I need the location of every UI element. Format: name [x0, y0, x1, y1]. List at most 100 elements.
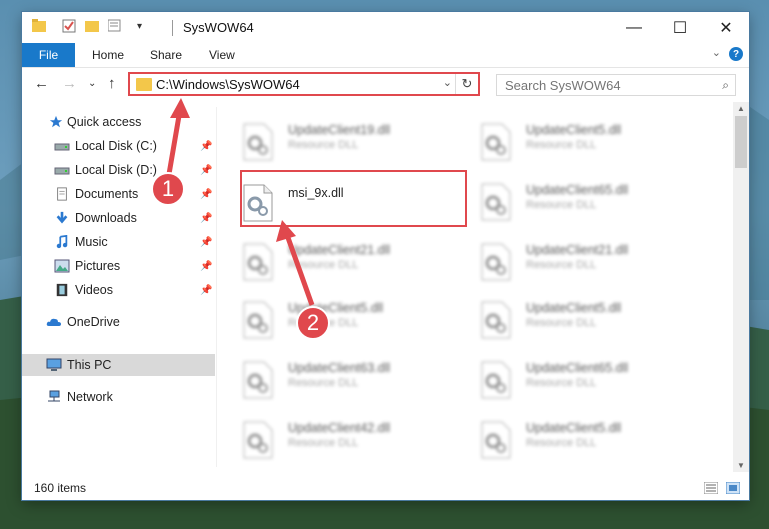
pin-icon[interactable]: 📌: [200, 213, 212, 224]
file-type: Resource DLL: [526, 139, 597, 151]
minimize-button[interactable]: —: [611, 12, 657, 43]
dll-file-icon: [243, 123, 273, 161]
dll-file-icon: [243, 243, 273, 281]
sidebar-item-local-disk-c[interactable]: Local Disk (C:) 📌: [22, 135, 215, 157]
refresh-icon[interactable]: ↻: [455, 74, 478, 94]
item-count: 160 items: [34, 481, 87, 495]
file-name: UpdateClient5.dll: [526, 421, 622, 435]
sidebar-item-label: Quick access: [67, 115, 142, 129]
dll-file-icon: [481, 421, 511, 459]
folder-icon: [136, 78, 152, 91]
file-type: Resource DLL: [526, 259, 597, 271]
file-name: UpdateClient5.dll: [526, 123, 622, 137]
back-button[interactable]: ←: [34, 75, 49, 92]
dll-file-icon: [481, 123, 511, 161]
computer-icon: [46, 358, 62, 371]
sidebar-item-music[interactable]: Music 📌: [22, 231, 215, 253]
pane-divider: [216, 107, 217, 467]
network-icon: [48, 390, 60, 402]
tab-view[interactable]: View: [209, 48, 235, 62]
pin-icon[interactable]: 📌: [200, 237, 212, 248]
file-type: Resource DLL: [526, 317, 597, 329]
file-name: UpdateClient5.dll: [526, 301, 622, 315]
sidebar-item-local-disk-d[interactable]: Local Disk (D:) 📌: [22, 159, 215, 181]
scroll-down-icon[interactable]: ▼: [733, 461, 749, 470]
callout-2: 2: [296, 306, 330, 340]
file-item[interactable]: UpdateClient5.dll Resource DLL: [460, 119, 690, 169]
navigation-bar: ← → ⌄ ↑ C:\Windows\SysWOW64 ⌄ ↻ ⌕: [22, 68, 749, 100]
sidebar-item-quick-access[interactable]: Quick access: [22, 111, 215, 133]
file-item[interactable]: UpdateClient65.dll Resource DLL: [460, 179, 690, 229]
documents-icon: [57, 187, 67, 201]
details-view-icon[interactable]: [704, 482, 718, 494]
vertical-scrollbar[interactable]: ▲ ▼: [733, 102, 749, 472]
search-input[interactable]: [503, 77, 707, 94]
tab-home[interactable]: Home: [92, 48, 124, 62]
large-icons-view-icon[interactable]: [726, 482, 740, 494]
file-list: UpdateClient19.dll Resource DLL msi_9x.d…: [222, 107, 732, 467]
properties-icon[interactable]: [62, 19, 76, 33]
file-item[interactable]: UpdateClient19.dll Resource DLL: [222, 119, 452, 169]
explorer-window: ▾ SysWOW64 — ☐ ✕ File Home Share View ⌄ …: [22, 12, 749, 500]
sidebar-item-onedrive[interactable]: OneDrive: [22, 311, 215, 333]
forward-button[interactable]: →: [62, 75, 77, 92]
sidebar-item-this-pc[interactable]: This PC: [22, 354, 215, 376]
dll-file-icon: [481, 361, 511, 399]
customize-icon[interactable]: [108, 19, 124, 33]
file-name: UpdateClient19.dll: [288, 123, 391, 137]
recent-locations-icon[interactable]: ⌄: [88, 78, 96, 89]
title-bar: ▾ SysWOW64 — ☐ ✕: [22, 12, 749, 43]
sidebar-item-downloads[interactable]: Downloads 📌: [22, 207, 215, 229]
file-item[interactable]: UpdateClient21.dll Resource DLL: [460, 239, 690, 289]
sidebar-item-label: Network: [67, 390, 113, 404]
file-item[interactable]: UpdateClient65.dll Resource DLL: [460, 357, 690, 407]
expand-ribbon-icon[interactable]: ⌄: [712, 46, 721, 59]
address-bar[interactable]: C:\Windows\SysWOW64 ⌄ ↻: [128, 72, 480, 96]
close-button[interactable]: ✕: [703, 12, 749, 43]
sidebar-item-label: OneDrive: [67, 315, 120, 329]
sidebar-item-pictures[interactable]: Pictures 📌: [22, 255, 215, 277]
download-icon: [56, 211, 68, 224]
file-item[interactable]: UpdateClient5.dll Resource DLL: [460, 297, 690, 347]
maximize-button[interactable]: ☐: [657, 12, 703, 43]
tab-file[interactable]: File: [22, 43, 75, 67]
dll-file-icon: [243, 301, 273, 339]
dll-file-icon: [243, 361, 273, 399]
file-name: UpdateClient42.dll: [288, 421, 391, 435]
drive-icon: [54, 143, 70, 151]
search-box[interactable]: ⌕: [496, 74, 736, 96]
dll-file-icon: [243, 421, 273, 459]
tab-share[interactable]: Share: [150, 48, 182, 62]
scrollbar-thumb[interactable]: [735, 116, 747, 168]
address-path[interactable]: C:\Windows\SysWOW64: [156, 77, 300, 92]
sidebar-item-network[interactable]: Network: [22, 386, 215, 408]
file-type: Resource DLL: [526, 437, 597, 449]
file-item[interactable]: UpdateClient5.dll Resource DLL: [460, 417, 690, 467]
file-name: UpdateClient65.dll: [526, 183, 629, 197]
sidebar-item-videos[interactable]: Videos 📌: [22, 279, 215, 301]
cloud-icon: [46, 318, 61, 326]
quick-access-toolbar-dropdown-icon[interactable]: ▾: [137, 21, 142, 32]
pin-icon[interactable]: 📌: [200, 165, 212, 176]
pin-icon[interactable]: 📌: [200, 189, 212, 200]
new-folder-icon[interactable]: [85, 19, 99, 33]
title-separator: [172, 20, 173, 36]
up-button[interactable]: ↑: [108, 75, 116, 92]
search-icon[interactable]: ⌕: [722, 78, 729, 93]
pin-icon[interactable]: 📌: [200, 141, 212, 152]
star-icon: [49, 115, 63, 128]
dll-file-icon: [481, 301, 511, 339]
help-icon[interactable]: ?: [729, 47, 743, 61]
address-dropdown-icon[interactable]: ⌄: [443, 76, 452, 89]
file-type: Resource DLL: [288, 139, 359, 151]
file-item[interactable]: UpdateClient5.dll Resource DLL: [222, 297, 452, 347]
pin-icon[interactable]: 📌: [200, 261, 212, 272]
file-item[interactable]: UpdateClient42.dll Resource DLL: [222, 417, 452, 467]
sidebar-item-documents[interactable]: Documents 📌: [22, 183, 215, 205]
file-item[interactable]: UpdateClient21.dll Resource DLL: [222, 239, 452, 289]
file-item[interactable]: UpdateClient63.dll Resource DLL: [222, 357, 452, 407]
sidebar-item-label: Music: [75, 235, 108, 249]
scroll-up-icon[interactable]: ▲: [733, 104, 749, 113]
pin-icon[interactable]: 📌: [200, 285, 212, 296]
file-name: UpdateClient65.dll: [526, 361, 629, 375]
